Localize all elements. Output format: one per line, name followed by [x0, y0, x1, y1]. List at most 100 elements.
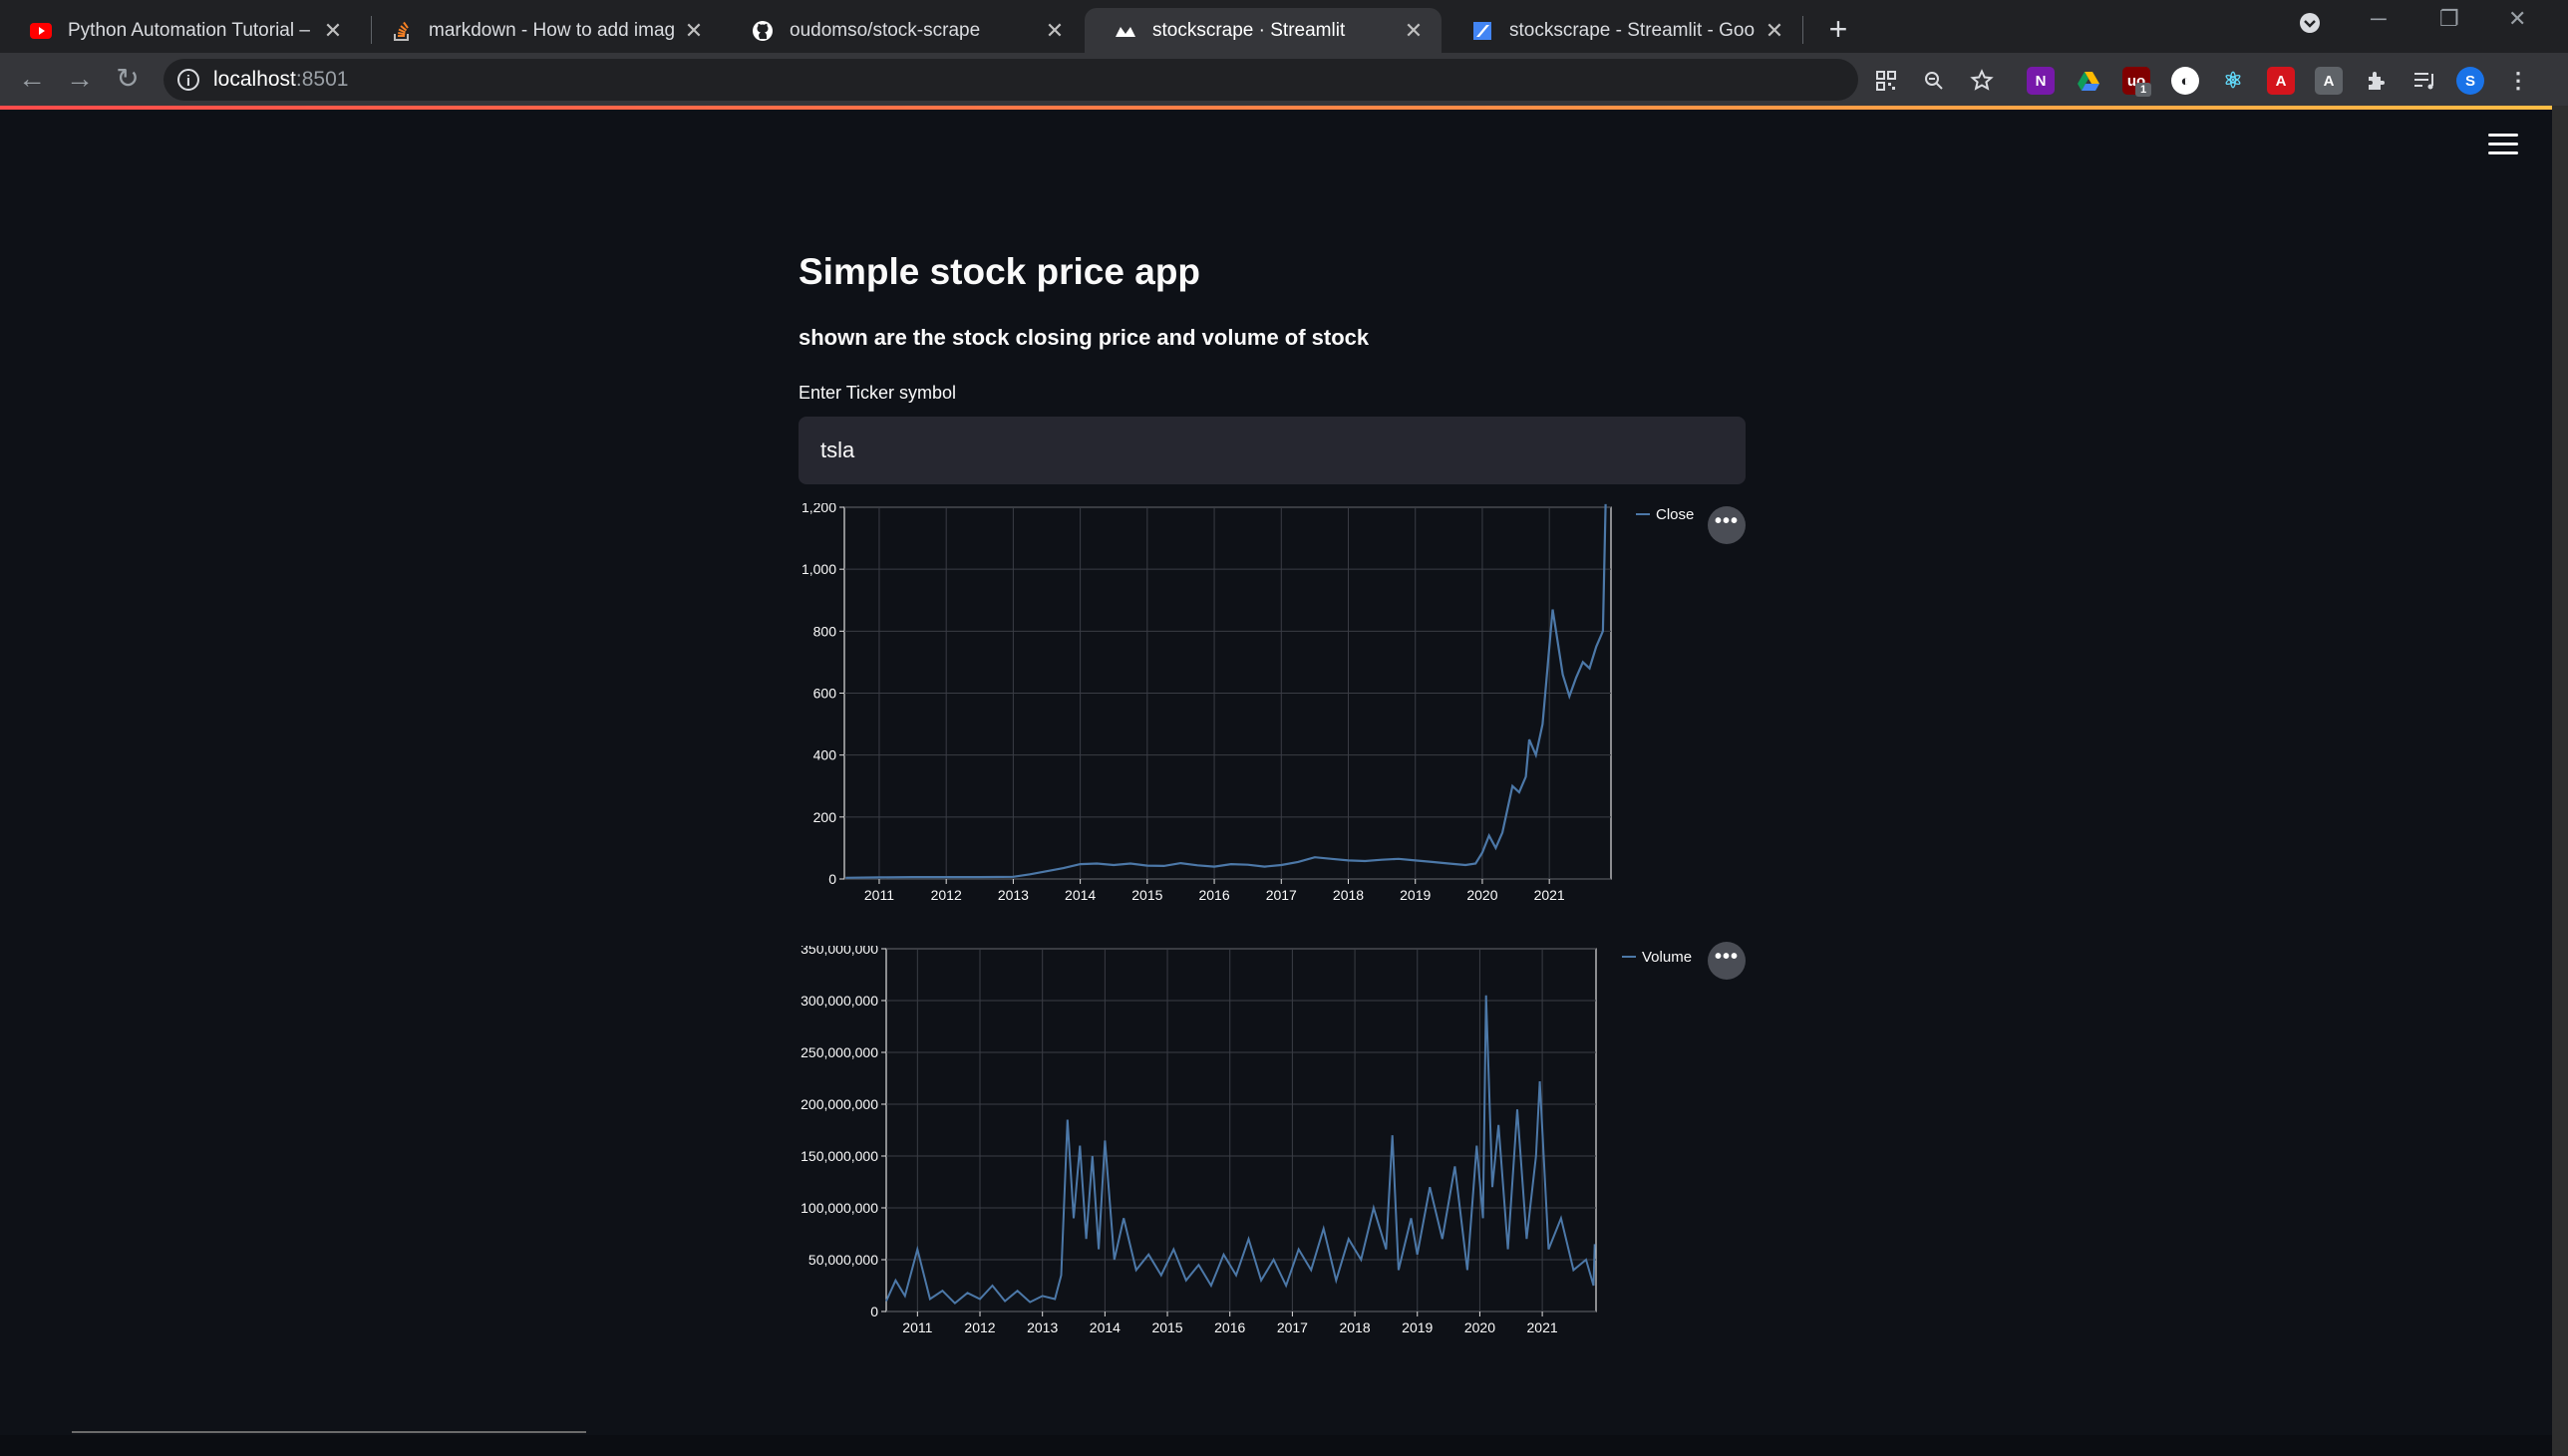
- address-bar[interactable]: i localhost:8501: [163, 59, 1858, 101]
- bookmark-star-icon[interactable]: [1968, 67, 1996, 95]
- github-icon: [752, 20, 774, 42]
- legend-label-volume: Volume: [1642, 949, 1692, 966]
- close-price-chart-svg: 0 200 400 600 800 1,000 1,200 2011 2012 2013 2014…: [802, 499, 1694, 903]
- close-y-axis: 0 200 400 600 800 1,000 1,200: [802, 499, 844, 887]
- reload-icon[interactable]: ↻: [110, 61, 146, 97]
- y-tick-label: 350,000,000: [801, 946, 878, 957]
- tab-close-icon[interactable]: ✕: [323, 18, 343, 44]
- site-info-icon[interactable]: i: [177, 69, 199, 91]
- x-tick-label: 2012: [931, 887, 962, 902]
- y-tick-label: 50,000,000: [808, 1252, 878, 1268]
- y-tick-label: 200,000,000: [801, 1096, 878, 1112]
- reading-list-icon[interactable]: [2410, 67, 2438, 95]
- x-tick-label: 2012: [964, 1319, 995, 1335]
- y-tick-label: 100,000,000: [801, 1200, 878, 1216]
- close-grid: [844, 506, 1611, 880]
- y-tick-label: 200: [813, 809, 837, 825]
- y-tick-label: 0: [828, 871, 836, 887]
- url-port: :8501: [295, 68, 349, 91]
- stackoverflow-icon: [391, 20, 413, 42]
- x-tick-label: 2014: [1065, 887, 1096, 902]
- x-tick-label: 2018: [1333, 887, 1364, 902]
- volume-y-axis: 0 50,000,000 100,000,000 150,000,000 200,000…: [801, 941, 886, 1319]
- y-tick-label: 1,000: [802, 561, 836, 577]
- tab-divider: [1802, 16, 1803, 44]
- close-legend[interactable]: Close: [1636, 506, 1694, 523]
- browser-tab-strip: Python Automation Tutorial – Ho ✕ markdo…: [0, 0, 2568, 53]
- tab-close-icon[interactable]: ✕: [1404, 18, 1424, 44]
- volume-x-axis: 2011 2012 2013 2014 2015 2016 2017 2018 2019 2020…: [902, 1311, 1558, 1335]
- tab-title: stockscrape - Streamlit - Google: [1509, 19, 1755, 41]
- google-cloud-icon: [1471, 20, 1493, 42]
- hamburger-menu-icon[interactable]: [2488, 134, 2518, 157]
- y-tick-label: 300,000,000: [801, 993, 878, 1009]
- tab-search-icon[interactable]: [2299, 12, 2321, 40]
- x-tick-label: 2015: [1151, 1319, 1182, 1335]
- react-devtools-icon[interactable]: ⚛: [2219, 67, 2247, 95]
- y-tick-label: 1,200: [802, 503, 836, 515]
- horizontal-scrollbar-thumb[interactable]: [72, 1431, 586, 1433]
- back-arrow-icon[interactable]: ←: [14, 61, 50, 97]
- close-price-chart[interactable]: 0 200 400 600 800 1,000 1,200 2011 2012 2013 2014…: [799, 499, 1746, 907]
- close-window-icon[interactable]: ✕: [2508, 6, 2526, 32]
- x-tick-label: 2021: [1534, 887, 1565, 902]
- volume-series-line: [885, 995, 1596, 1306]
- forward-arrow-icon[interactable]: →: [62, 61, 98, 97]
- chart-actions-menu-button[interactable]: •••: [1708, 942, 1746, 980]
- new-tab-button[interactable]: +: [1818, 10, 1858, 50]
- youtube-icon: [30, 20, 52, 42]
- volume-chart[interactable]: 0 50,000,000 100,000,000 150,000,000 200,000…: [799, 941, 1746, 1349]
- x-tick-label: 2019: [1402, 1319, 1433, 1335]
- ticker-input[interactable]: [799, 417, 1746, 484]
- minimize-icon[interactable]: ─: [2371, 6, 2387, 32]
- browser-tab[interactable]: stockscrape - Streamlit - Google ✕: [1442, 8, 1802, 53]
- browser-tab[interactable]: Python Automation Tutorial – Ho ✕: [0, 8, 361, 53]
- browser-tab[interactable]: oudomso/stock-scrape ✕: [722, 8, 1083, 53]
- url-host: localhost: [213, 68, 296, 91]
- x-tick-label: 2016: [1214, 1319, 1245, 1335]
- tab-title: stockscrape · Streamlit: [1152, 19, 1346, 41]
- chart-actions-menu-button[interactable]: •••: [1708, 506, 1746, 544]
- adobe-acrobat-icon[interactable]: A: [2267, 67, 2295, 95]
- extensions-puzzle-icon[interactable]: [2363, 67, 2391, 95]
- browser-menu-icon[interactable]: ⋮: [2504, 67, 2532, 95]
- tab-close-icon[interactable]: ✕: [1045, 18, 1065, 44]
- x-tick-label: 2017: [1277, 1319, 1308, 1335]
- x-tick-label: 2013: [1027, 1319, 1058, 1335]
- streamlit-icon: [1115, 20, 1136, 42]
- volume-chart-svg: 0 50,000,000 100,000,000 150,000,000 200,000…: [801, 941, 1692, 1335]
- restore-icon[interactable]: ❐: [2439, 6, 2459, 32]
- browser-tab[interactable]: markdown - How to add images ✕: [361, 8, 722, 53]
- google-drive-icon[interactable]: [2075, 67, 2102, 95]
- x-tick-label: 2019: [1400, 887, 1431, 902]
- tab-title: markdown - How to add images: [429, 19, 674, 41]
- vertical-scrollbar[interactable]: [2552, 106, 2568, 1456]
- qr-code-icon[interactable]: [1872, 67, 1900, 95]
- onenote-extension-icon[interactable]: N: [2027, 67, 2055, 95]
- volume-legend[interactable]: Volume: [1622, 949, 1692, 966]
- x-tick-label: 2017: [1266, 887, 1297, 902]
- y-tick-label: 0: [870, 1304, 878, 1319]
- profile-avatar[interactable]: S: [2456, 67, 2484, 95]
- close-series-line: [845, 503, 1607, 879]
- tab-close-icon[interactable]: ✕: [1765, 18, 1784, 44]
- page-title: Simple stock price app: [799, 251, 1201, 292]
- page-subtitle: shown are the stock closing price and vo…: [799, 325, 1370, 350]
- y-tick-label: 800: [813, 623, 837, 639]
- tab-title: Python Automation Tutorial – Ho: [68, 19, 313, 41]
- x-tick-label: 2018: [1339, 1319, 1370, 1335]
- x-tick-label: 2021: [1527, 1319, 1558, 1335]
- x-tick-label: 2020: [1466, 887, 1497, 902]
- x-tick-label: 2020: [1464, 1319, 1495, 1335]
- x-tick-label: 2011: [902, 1319, 932, 1335]
- zoom-icon[interactable]: [1920, 67, 1948, 95]
- tab-close-icon[interactable]: ✕: [684, 18, 704, 44]
- x-tick-label: 2011: [864, 887, 894, 902]
- y-tick-label: 600: [813, 686, 837, 702]
- translate-extension-icon[interactable]: A: [2315, 67, 2343, 95]
- streamlit-decoration-bar: [0, 106, 2552, 110]
- browser-tab-active[interactable]: stockscrape · Streamlit ✕: [1085, 8, 1442, 53]
- close-x-axis: 2011 2012 2013 2014 2015 2016 2017 2018 2019 2020…: [864, 879, 1565, 903]
- status-strip: [0, 1435, 2552, 1456]
- dark-reader-icon[interactable]: ◐: [2171, 67, 2199, 95]
